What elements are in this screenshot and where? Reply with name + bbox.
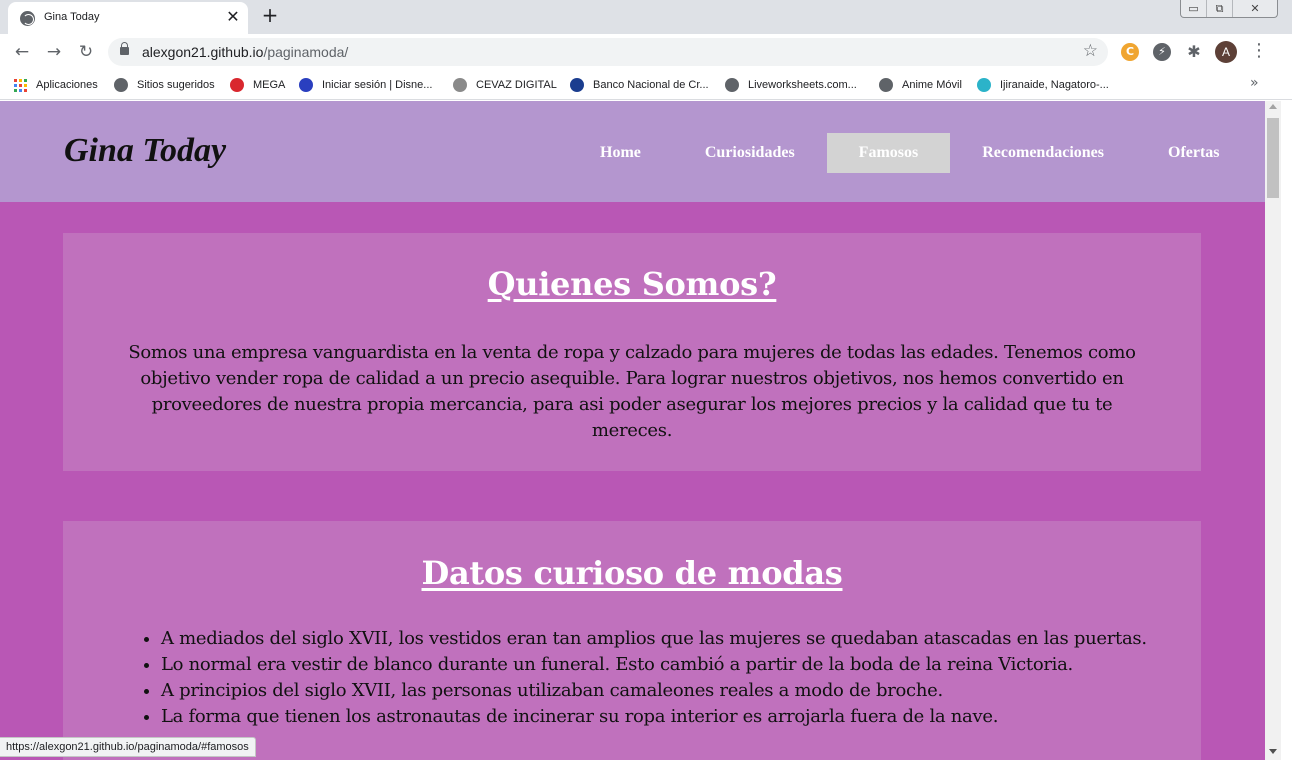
tab-strip: Gina Today ✕ + ▭ ⧉ ✕: [0, 0, 1292, 34]
site-logo[interactable]: Gina Today: [64, 132, 226, 170]
window-controls: ▭ ⧉ ✕: [1180, 0, 1278, 18]
bookmark-label: Liveworksheets.com...: [748, 79, 857, 91]
bookmark-item[interactable]: Liveworksheets.com...: [725, 77, 857, 93]
bookmark-label: Aplicaciones: [36, 79, 98, 91]
reload-button[interactable]: ↻: [74, 40, 98, 64]
bookmark-star-icon[interactable]: ☆: [1083, 41, 1098, 61]
new-tab-button[interactable]: +: [259, 4, 281, 26]
bookmark-label: Banco Nacional de Cr...: [593, 79, 709, 91]
bookmark-item[interactable]: CEVAZ DIGITAL: [453, 77, 557, 93]
restore-button[interactable]: ⧉: [1207, 0, 1233, 17]
bookmark-item[interactable]: Banco Nacional de Cr...: [570, 77, 709, 93]
url-path: /paginamoda/: [263, 44, 349, 60]
browser-toolbar: ← → ↻ alexgon21.github.io/paginamoda/ ☆ …: [0, 34, 1292, 70]
browser-menu-icon[interactable]: ⋮: [1250, 41, 1268, 63]
more-bookmarks-icon[interactable]: »: [1250, 75, 1259, 91]
bookmark-item[interactable]: Anime Móvil: [879, 77, 962, 93]
list-item: A principios del siglo XVII, las persona…: [161, 678, 1161, 704]
bookmark-label: Iniciar sesión | Disne...: [322, 79, 433, 91]
forward-button[interactable]: →: [42, 40, 66, 64]
mega-icon: [230, 78, 244, 92]
bolt-extension-icon[interactable]: ⚡: [1153, 43, 1171, 61]
facts-section: Datos curioso de modas A mediados del si…: [63, 521, 1201, 760]
bookmark-label: Ijiranaide, Nagatoro-...: [1000, 79, 1109, 91]
facts-heading: Datos curioso de modas: [421, 554, 843, 592]
close-tab-icon[interactable]: ✕: [224, 8, 242, 26]
bookmark-item[interactable]: Iniciar sesión | Disne...: [299, 77, 432, 93]
tab-title: Gina Today: [44, 11, 100, 23]
nav-link-ofertas[interactable]: Ofertas: [1136, 133, 1252, 173]
scroll-up-arrow-icon[interactable]: [1269, 104, 1277, 109]
nav-link-recomendaciones[interactable]: Recomendaciones: [950, 133, 1136, 173]
address-bar[interactable]: alexgon21.github.io/paginamoda/ ☆: [108, 38, 1108, 66]
bookmark-label: CEVAZ DIGITAL: [476, 79, 557, 91]
close-window-button[interactable]: ✕: [1233, 0, 1277, 17]
list-item: Lo normal era vestir de blanco durante u…: [161, 652, 1161, 678]
bookmark-label: Sitios sugeridos: [137, 79, 215, 91]
facts-list: A mediados del siglo XVII, los vestidos …: [161, 626, 1161, 730]
globe-icon: [20, 11, 35, 26]
coin-extension-icon[interactable]: C: [1121, 43, 1139, 61]
bnc-icon: [570, 78, 584, 92]
apps-grid-icon: [14, 78, 27, 92]
globe-icon: [114, 78, 128, 92]
about-section: Quienes Somos? Somos una empresa vanguar…: [63, 233, 1201, 471]
globe-icon: [725, 78, 739, 92]
lock-icon[interactable]: [120, 42, 129, 55]
site-header: Gina Today Home Curiosidades Famosos Recome…: [0, 101, 1265, 202]
main-nav: Home Curiosidades Famosos Recomendaciones Of…: [568, 133, 1252, 173]
minimize-button[interactable]: ▭: [1181, 0, 1207, 17]
page-scrollbar[interactable]: [1265, 101, 1281, 760]
url-text[interactable]: alexgon21.github.io/paginamoda/: [142, 44, 348, 60]
globe-icon: [879, 78, 893, 92]
nav-link-home[interactable]: Home: [568, 133, 673, 173]
scroll-thumb[interactable]: [1267, 118, 1279, 198]
back-button[interactable]: ←: [10, 40, 34, 64]
bookmark-item[interactable]: Sitios sugeridos: [114, 77, 215, 93]
nav-link-curiosidades[interactable]: Curiosidades: [673, 133, 827, 173]
about-heading: Quienes Somos?: [487, 265, 777, 303]
browser-tab[interactable]: Gina Today ✕: [8, 2, 248, 34]
anime-site-icon: [977, 78, 991, 92]
link-status-bar: https://alexgon21.github.io/paginamoda/#…: [0, 737, 256, 757]
list-item: La forma que tienen los astronautas de i…: [161, 704, 1161, 730]
bookmark-item[interactable]: MEGA: [230, 77, 285, 93]
cevaz-icon: [453, 78, 467, 92]
nav-link-famosos[interactable]: Famosos: [826, 133, 951, 173]
bookmark-item[interactable]: Aplicaciones: [14, 77, 98, 93]
bookmark-item[interactable]: Ijiranaide, Nagatoro-...: [977, 77, 1109, 93]
profile-avatar[interactable]: A: [1215, 41, 1237, 63]
about-text: Somos una empresa vanguardista en la ven…: [128, 342, 1136, 441]
bookmark-label: Anime Móvil: [902, 79, 962, 91]
bookmark-label: MEGA: [253, 79, 286, 91]
url-host: alexgon21.github.io: [142, 44, 264, 60]
puzzle-extension-icon[interactable]: ✱: [1185, 43, 1203, 61]
scroll-down-arrow-icon[interactable]: [1269, 749, 1277, 754]
list-item: A mediados del siglo XVII, los vestidos …: [161, 626, 1161, 652]
disney-icon: [299, 78, 313, 92]
bookmarks-bar: Aplicaciones Sitios sugeridos MEGA Iniciar …: [0, 70, 1292, 100]
page-viewport: Gina Today Home Curiosidades Famosos Recome…: [0, 101, 1265, 760]
